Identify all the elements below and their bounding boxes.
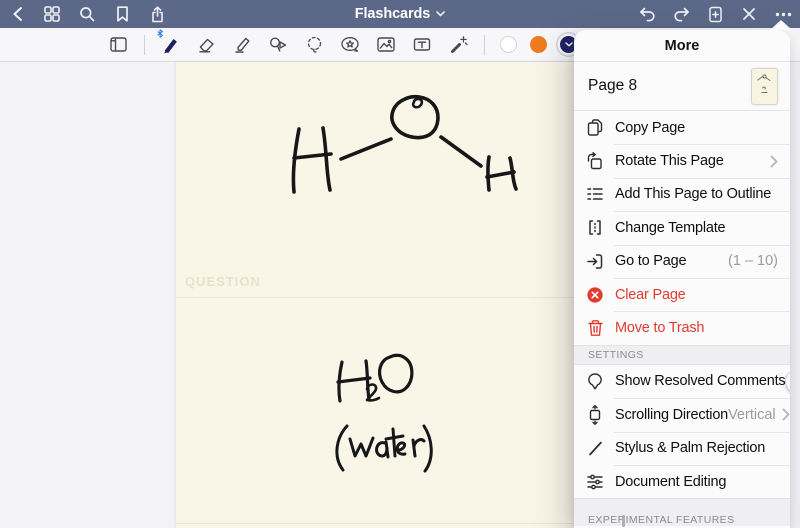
close-document-button[interactable] (740, 5, 758, 23)
pen-tool-button[interactable] (160, 35, 180, 55)
more-popover: More Page 8 Copy Page Rotate This Page A… (574, 30, 790, 528)
shapes-tool-button[interactable] (268, 35, 288, 55)
swatch-selected-chevron-icon (565, 42, 573, 47)
menu-item-document-editing[interactable]: Document Editing (574, 465, 790, 498)
eraser-tool-button[interactable] (196, 35, 216, 55)
page-range-detail: (1 – 10) (728, 253, 778, 269)
menu-item-change-template[interactable]: Change Template (574, 211, 790, 244)
add-page-button[interactable] (706, 5, 724, 23)
stylus-icon (584, 437, 606, 459)
share-button[interactable] (148, 5, 166, 23)
menu-item-clear-page[interactable]: Clear Page (574, 278, 790, 311)
menu-item-stylus-palm-rejection[interactable]: Stylus & Palm Rejection (574, 432, 790, 465)
bookmark-button[interactable] (113, 5, 131, 23)
molecule-drawing (293, 97, 516, 192)
menu-item-rotate-this-page[interactable]: Rotate This Page (574, 144, 790, 177)
toolbar-divider (484, 35, 485, 55)
lasso-tool-button[interactable] (304, 35, 324, 55)
rotate-page-icon (584, 150, 606, 172)
menu-item-go-to-page[interactable]: Go to Page (1 – 10) (574, 245, 790, 278)
redo-button[interactable] (672, 5, 690, 23)
scrolling-direction-value: Vertical (728, 407, 776, 423)
document-title-text: Flashcards (355, 6, 431, 22)
experimental-section-header: EXPERIMENTAL FEATURES (574, 498, 790, 526)
handwritten-formula (338, 355, 412, 401)
clear-page-icon (584, 284, 606, 306)
show-resolved-comments-toggle-off[interactable] (785, 369, 790, 394)
undo-button[interactable] (638, 5, 656, 23)
menu-item-show-resolved-comments[interactable]: Show Resolved Comments (574, 365, 790, 398)
menu-item-move-to-trash[interactable]: Move to Trash (574, 311, 790, 344)
popover-title: More (574, 30, 790, 62)
scroll-indicator (622, 515, 625, 527)
page-number-label: Page 8 (588, 77, 751, 95)
chevron-right-icon (782, 408, 790, 421)
page-row[interactable]: Page 8 (574, 62, 790, 111)
thumbnails-grid-button[interactable] (43, 5, 61, 23)
sliders-icon (584, 471, 606, 493)
color-swatch-white[interactable] (500, 36, 517, 53)
settings-section-header: SETTINGS (574, 345, 790, 365)
topbar-left-group (8, 5, 166, 23)
toggle-knob (786, 370, 790, 393)
top-navigation-bar: Flashcards (0, 0, 800, 28)
template-icon (584, 217, 606, 239)
text-tool-button[interactable] (412, 35, 432, 55)
menu-item-add-page-to-outline[interactable]: Add This Page to Outline (574, 178, 790, 211)
outline-list-icon (584, 183, 606, 205)
chevron-right-icon (770, 155, 778, 168)
stickers-tool-button[interactable] (340, 35, 360, 55)
back-button[interactable] (8, 5, 26, 23)
bluetooth-icon (156, 29, 164, 38)
scrolling-direction-icon (584, 404, 606, 426)
comment-pin-icon (584, 370, 606, 392)
popover-arrow (770, 20, 792, 30)
page-thumbnail[interactable] (751, 68, 778, 105)
highlighter-tool-button[interactable] (232, 35, 252, 55)
laser-pointer-tool-button[interactable] (448, 35, 468, 55)
title-chevron-down-icon (436, 11, 445, 17)
toolbar-divider (144, 35, 145, 55)
copy-page-icon (584, 117, 606, 139)
go-to-page-icon (584, 250, 606, 272)
menu-item-copy-page[interactable]: Copy Page (574, 111, 790, 144)
trash-icon (584, 317, 606, 339)
topbar-right-group (638, 5, 792, 23)
handwritten-caption (337, 426, 431, 471)
image-tool-button[interactable] (376, 35, 396, 55)
color-swatch-orange[interactable] (530, 36, 547, 53)
search-button[interactable] (78, 5, 96, 23)
reading-mode-button[interactable] (108, 35, 128, 55)
menu-item-scrolling-direction[interactable]: Scrolling Direction Vertical (574, 398, 790, 431)
